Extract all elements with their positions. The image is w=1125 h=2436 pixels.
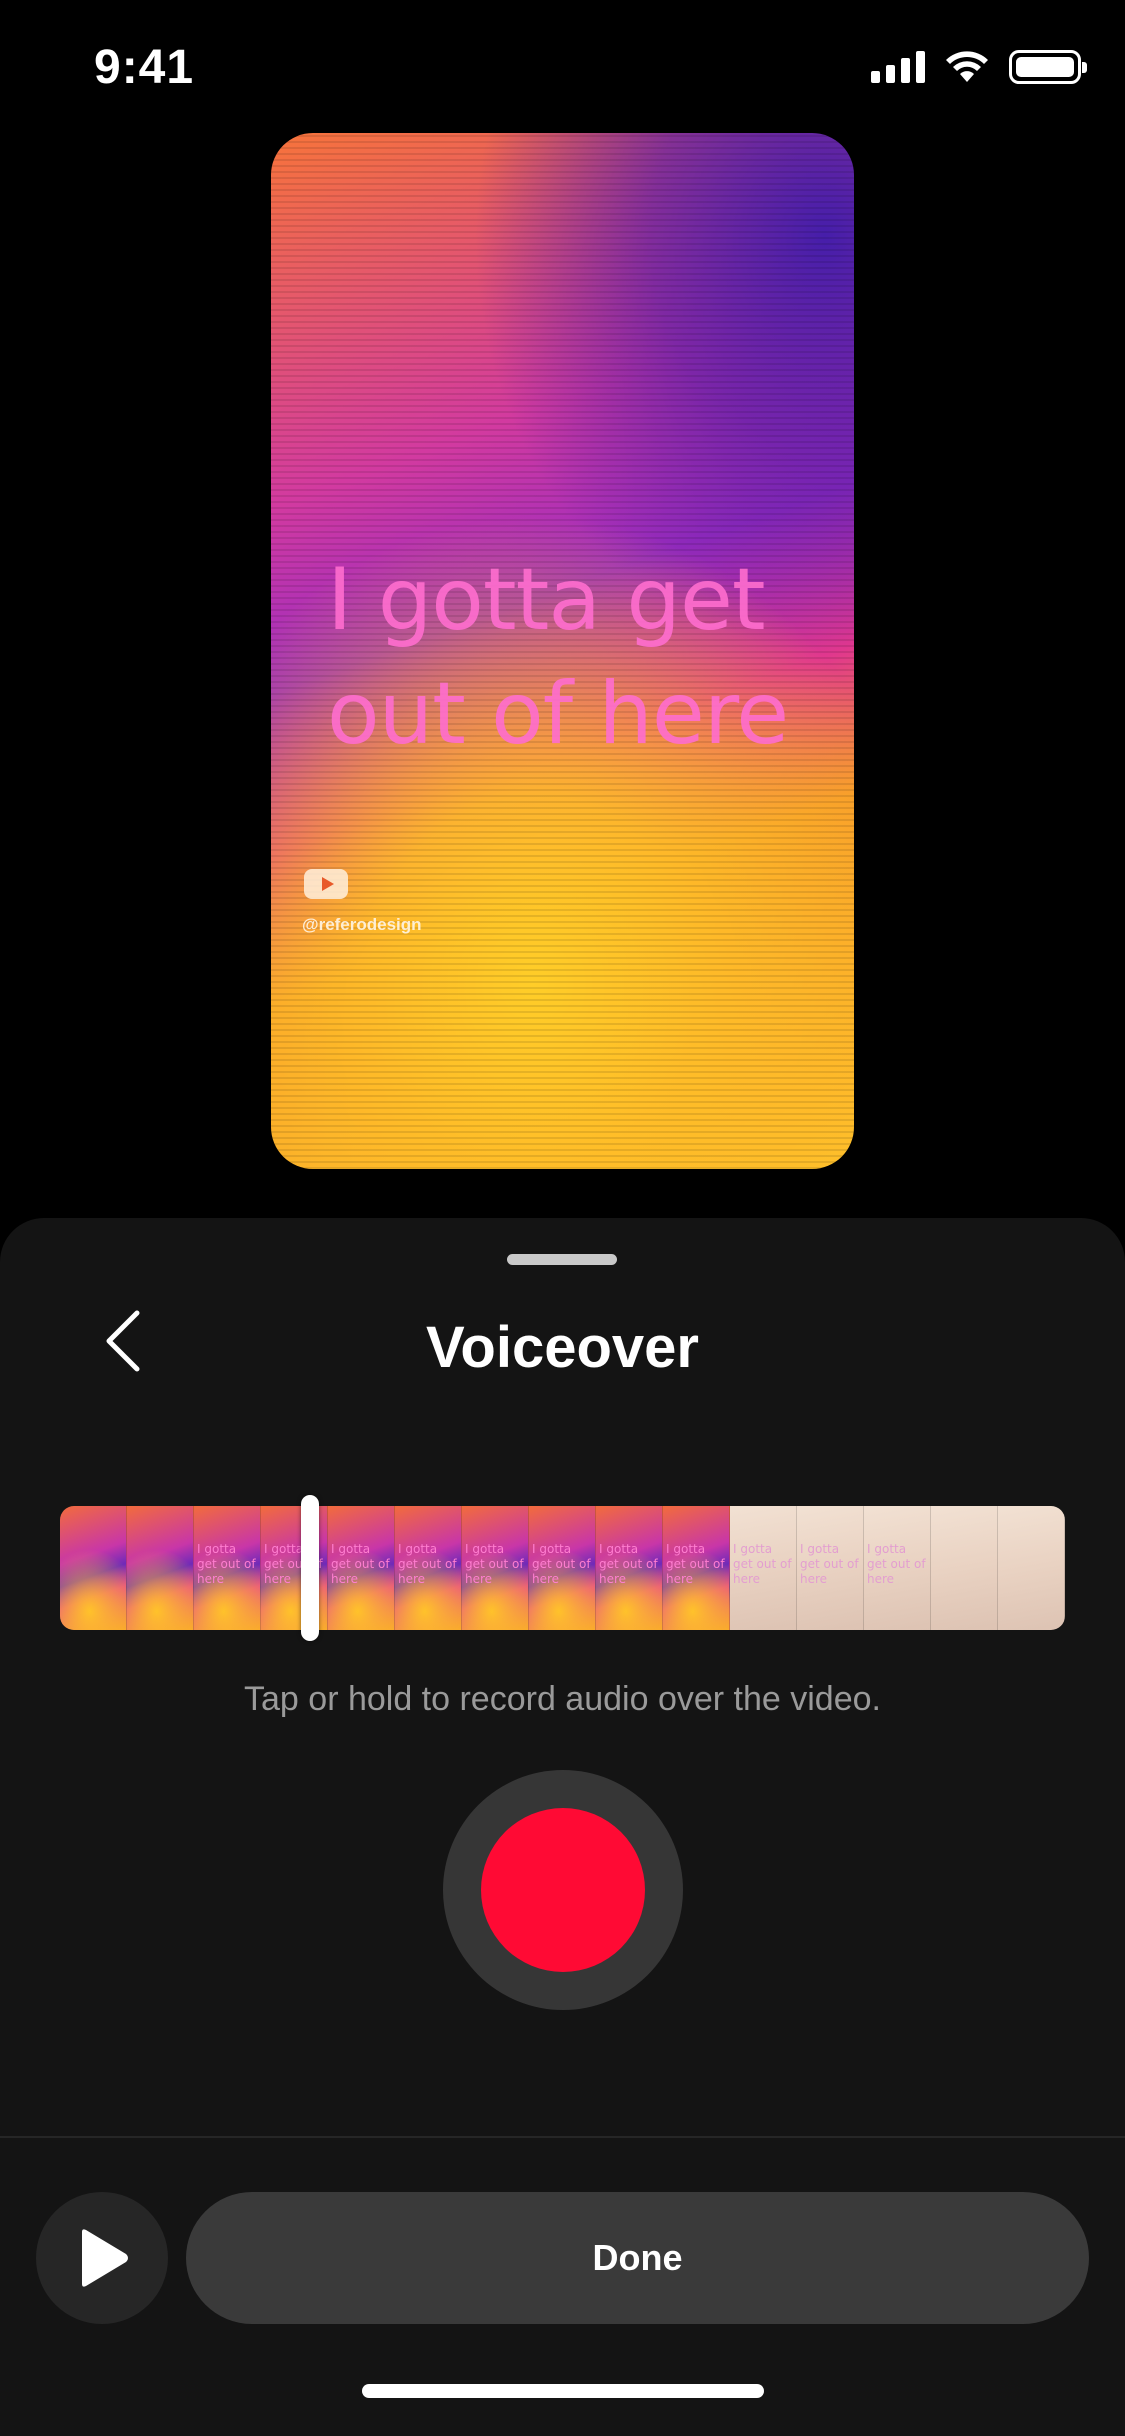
timeline-frame-text: I gotta get out of here bbox=[867, 1542, 926, 1586]
timeline-frame bbox=[998, 1506, 1065, 1630]
timeline-frame-text: I gotta get out of here bbox=[197, 1542, 256, 1586]
timeline-frame: I gotta get out of here bbox=[529, 1506, 596, 1630]
video-preview[interactable]: I gotta get out of here @referodesign bbox=[271, 133, 854, 1169]
video-timeline[interactable]: I gotta get out of here I gotta get out o… bbox=[60, 1506, 1065, 1630]
timeline-frame bbox=[127, 1506, 194, 1630]
timeline-frame: I gotta get out of here bbox=[730, 1506, 797, 1630]
done-button[interactable]: Done bbox=[186, 2192, 1089, 2324]
record-icon bbox=[481, 1808, 645, 1972]
youtube-icon bbox=[304, 869, 348, 899]
timeline-frame: I gotta get out of here bbox=[328, 1506, 395, 1630]
preview-caption: I gotta get out of here bbox=[327, 550, 789, 764]
wifi-icon bbox=[946, 51, 988, 82]
record-button[interactable] bbox=[443, 1770, 683, 2010]
play-button[interactable] bbox=[36, 2192, 168, 2324]
preview-handle: @referodesign bbox=[302, 915, 422, 934]
status-time: 9:41 bbox=[94, 41, 195, 94]
timeline-playhead[interactable] bbox=[301, 1495, 319, 1641]
signal-icon bbox=[871, 51, 925, 83]
timeline-frame: I gotta get out of here bbox=[194, 1506, 261, 1630]
timeline-frame: I gotta get out of here bbox=[864, 1506, 931, 1630]
timeline-frame-text: I gotta get out of here bbox=[398, 1542, 457, 1586]
timeline-frame-text: I gotta get out of here bbox=[599, 1542, 658, 1586]
timeline-frame: I gotta get out of here bbox=[596, 1506, 663, 1630]
timeline-frame-text: I gotta get out of here bbox=[532, 1542, 591, 1586]
divider bbox=[0, 2136, 1125, 2138]
status-bar: 9:41 bbox=[0, 0, 1125, 140]
status-icons bbox=[871, 50, 1087, 84]
timeline-frame bbox=[931, 1506, 998, 1630]
home-indicator bbox=[362, 2384, 764, 2398]
battery-icon bbox=[1009, 50, 1087, 84]
timeline-frame: I gotta get out of here bbox=[797, 1506, 864, 1630]
timeline-frame: I gotta get out of here bbox=[462, 1506, 529, 1630]
play-icon bbox=[82, 2229, 128, 2287]
timeline-frame: I gotta get out of here bbox=[395, 1506, 462, 1630]
timeline-frame-text: I gotta get out of here bbox=[800, 1542, 859, 1586]
timeline-frame-text: I gotta get out of here bbox=[331, 1542, 390, 1586]
timeline-frame-text: I gotta get out of here bbox=[733, 1542, 792, 1586]
record-hint: Tap or hold to record audio over the vid… bbox=[244, 1680, 881, 1718]
timeline-frame-text: I gotta get out of here bbox=[465, 1542, 524, 1586]
timeline-frame-text: I gotta get out of here bbox=[666, 1542, 725, 1586]
sheet-grabber[interactable] bbox=[507, 1254, 617, 1265]
timeline-frame: I gotta get out of here bbox=[663, 1506, 730, 1630]
voiceover-sheet: Voiceover I gotta get out of here I gotta… bbox=[0, 1218, 1125, 2436]
sheet-title: Voiceover bbox=[426, 1315, 699, 1380]
timeline-frame bbox=[60, 1506, 127, 1630]
